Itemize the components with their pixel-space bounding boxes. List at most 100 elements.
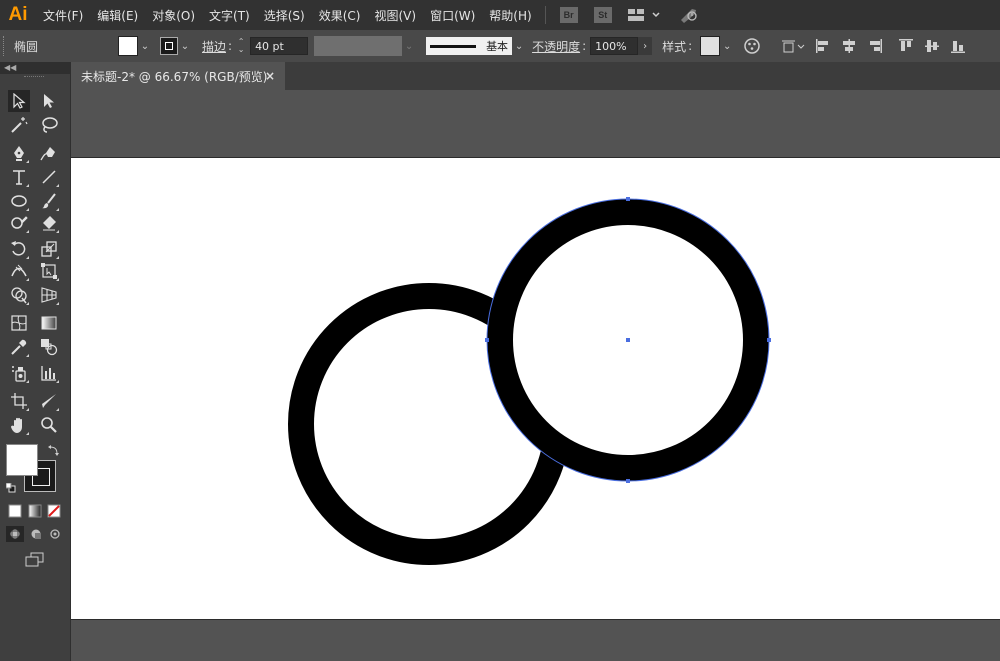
stroke-swatch[interactable] (160, 37, 178, 55)
profile-chevron-icon[interactable]: ⌄ (402, 37, 416, 55)
opacity-label[interactable]: 不透明度 (532, 38, 580, 55)
direct-selection-tool[interactable] (38, 90, 60, 112)
stroke-weight-input[interactable]: 40 pt (250, 37, 309, 55)
none-mode-button[interactable] (47, 504, 61, 518)
anchor-point-right[interactable] (767, 338, 771, 342)
arrange-documents-icon (627, 9, 660, 21)
align-top-icon (899, 39, 914, 51)
type-tool[interactable] (8, 166, 30, 188)
slice-tool[interactable] (38, 390, 60, 412)
stroke-weight-stepper[interactable]: ⌃ ⌄ (234, 37, 248, 55)
gpu-performance-button[interactable] (677, 6, 701, 24)
align-right-button[interactable] (867, 38, 883, 54)
curvature-pen-icon (40, 147, 55, 161)
color-mode-button[interactable] (8, 504, 22, 518)
hand-tool[interactable] (8, 414, 30, 436)
draw-behind-icon (31, 529, 41, 539)
variable-width-profile[interactable] (314, 36, 403, 56)
draw-normal-button[interactable] (6, 526, 24, 542)
brush-definition-select[interactable]: 基本 (426, 37, 513, 55)
align-bottom-button[interactable] (950, 38, 966, 54)
draw-normal-icon (10, 529, 20, 539)
draw-behind-button[interactable] (28, 526, 44, 542)
menu-window[interactable]: 窗口(W) (423, 7, 482, 24)
mesh-tool[interactable] (8, 312, 30, 334)
graphic-style-swatch[interactable] (700, 36, 721, 56)
stock-button[interactable]: St (593, 6, 613, 24)
menu-type[interactable]: 文字(T) (202, 7, 257, 24)
symbol-sprayer-tool[interactable] (8, 362, 30, 384)
change-screen-mode-button[interactable] (24, 552, 46, 568)
recolor-artwork-button[interactable] (744, 38, 760, 54)
menu-file[interactable]: 文件(F) (36, 7, 90, 24)
scale-tool[interactable] (38, 238, 60, 260)
selected-object-type: 椭圆 (14, 39, 39, 54)
rotate-tool[interactable] (8, 238, 30, 260)
align-horizontal-center-icon (843, 39, 856, 53)
align-horizontal-center-button[interactable] (841, 38, 857, 54)
menu-edit[interactable]: 编辑(E) (90, 7, 145, 24)
align-to-icon (782, 40, 805, 53)
close-tab-icon[interactable]: × (265, 69, 275, 83)
bridge-button[interactable]: Br (559, 6, 579, 24)
line-segment-tool[interactable] (38, 166, 60, 188)
fill-swatch[interactable] (118, 36, 138, 56)
gradient-swatch-icon (28, 504, 42, 518)
align-to-button[interactable] (781, 38, 805, 54)
center-point (626, 338, 630, 342)
eyedropper-tool[interactable] (8, 336, 30, 358)
lasso-tool[interactable] (38, 114, 60, 136)
artboard-tool[interactable] (8, 390, 30, 412)
fill-dropdown-chevron-icon[interactable]: ⌄ (138, 37, 152, 55)
opacity-input[interactable]: 100% (590, 37, 639, 55)
menu-help[interactable]: 帮助(H) (482, 7, 538, 24)
shaper-tool[interactable] (8, 212, 30, 234)
menu-separator (544, 6, 546, 24)
fill-color-box[interactable] (6, 444, 38, 476)
paintbrush-tool[interactable] (38, 190, 60, 212)
menu-view[interactable]: 视图(V) (367, 7, 423, 24)
grip-handle[interactable] (3, 36, 8, 56)
gradient-tool[interactable] (38, 312, 60, 334)
opacity-expand-icon[interactable]: › (638, 37, 653, 55)
anchor-point-top[interactable] (626, 197, 630, 201)
perspective-grid-tool[interactable] (38, 284, 60, 306)
anchor-point-bottom[interactable] (626, 479, 630, 483)
zoom-tool[interactable] (38, 414, 60, 436)
align-vertical-center-button[interactable] (924, 38, 940, 54)
column-graph-tool[interactable] (38, 362, 60, 384)
gradient-mode-button[interactable] (28, 504, 42, 518)
solid-color-icon (8, 504, 22, 518)
selection-tool[interactable] (8, 90, 30, 112)
free-transform-tool[interactable] (38, 260, 60, 282)
blend-icon (41, 339, 58, 356)
shape-builder-tool[interactable] (8, 284, 30, 306)
menu-select[interactable]: 选择(S) (257, 7, 312, 24)
blend-tool[interactable] (38, 336, 60, 358)
tools-panel-grip[interactable] (24, 76, 44, 77)
style-chevron-icon[interactable]: ⌄ (720, 37, 734, 55)
direct-selection-arrow-icon (44, 94, 54, 108)
draw-inside-button[interactable] (47, 526, 63, 542)
brush-chevron-icon[interactable]: ⌄ (512, 37, 526, 55)
document-tab[interactable]: 未标题-2* @ 66.67% (RGB/预览) × (71, 62, 285, 90)
menu-effect[interactable]: 效果(C) (312, 7, 368, 24)
magic-wand-tool[interactable] (8, 114, 30, 136)
stroke-label[interactable]: 描边 (202, 38, 226, 55)
anchor-point-left[interactable] (485, 338, 489, 342)
curvature-tool[interactable] (38, 142, 60, 164)
pen-tool[interactable] (8, 142, 30, 164)
tools-panel-collapse-icon[interactable]: ◀◀ (0, 62, 70, 74)
width-tool[interactable] (8, 260, 30, 282)
document-tab-title: 未标题-2* @ 66.67% (RGB/预览) (81, 69, 268, 84)
ellipse-tool[interactable] (8, 190, 30, 212)
default-fill-stroke-button[interactable] (5, 482, 16, 493)
eraser-tool[interactable] (38, 212, 60, 234)
menu-object[interactable]: 对象(O) (145, 7, 202, 24)
swap-fill-stroke-button[interactable] (48, 444, 60, 456)
arrange-documents-button[interactable] (627, 6, 663, 24)
align-left-button[interactable] (815, 38, 831, 54)
align-vertical-center-icon (925, 40, 940, 52)
align-top-button[interactable] (898, 38, 914, 54)
stroke-dropdown-chevron-icon[interactable]: ⌄ (178, 37, 192, 55)
